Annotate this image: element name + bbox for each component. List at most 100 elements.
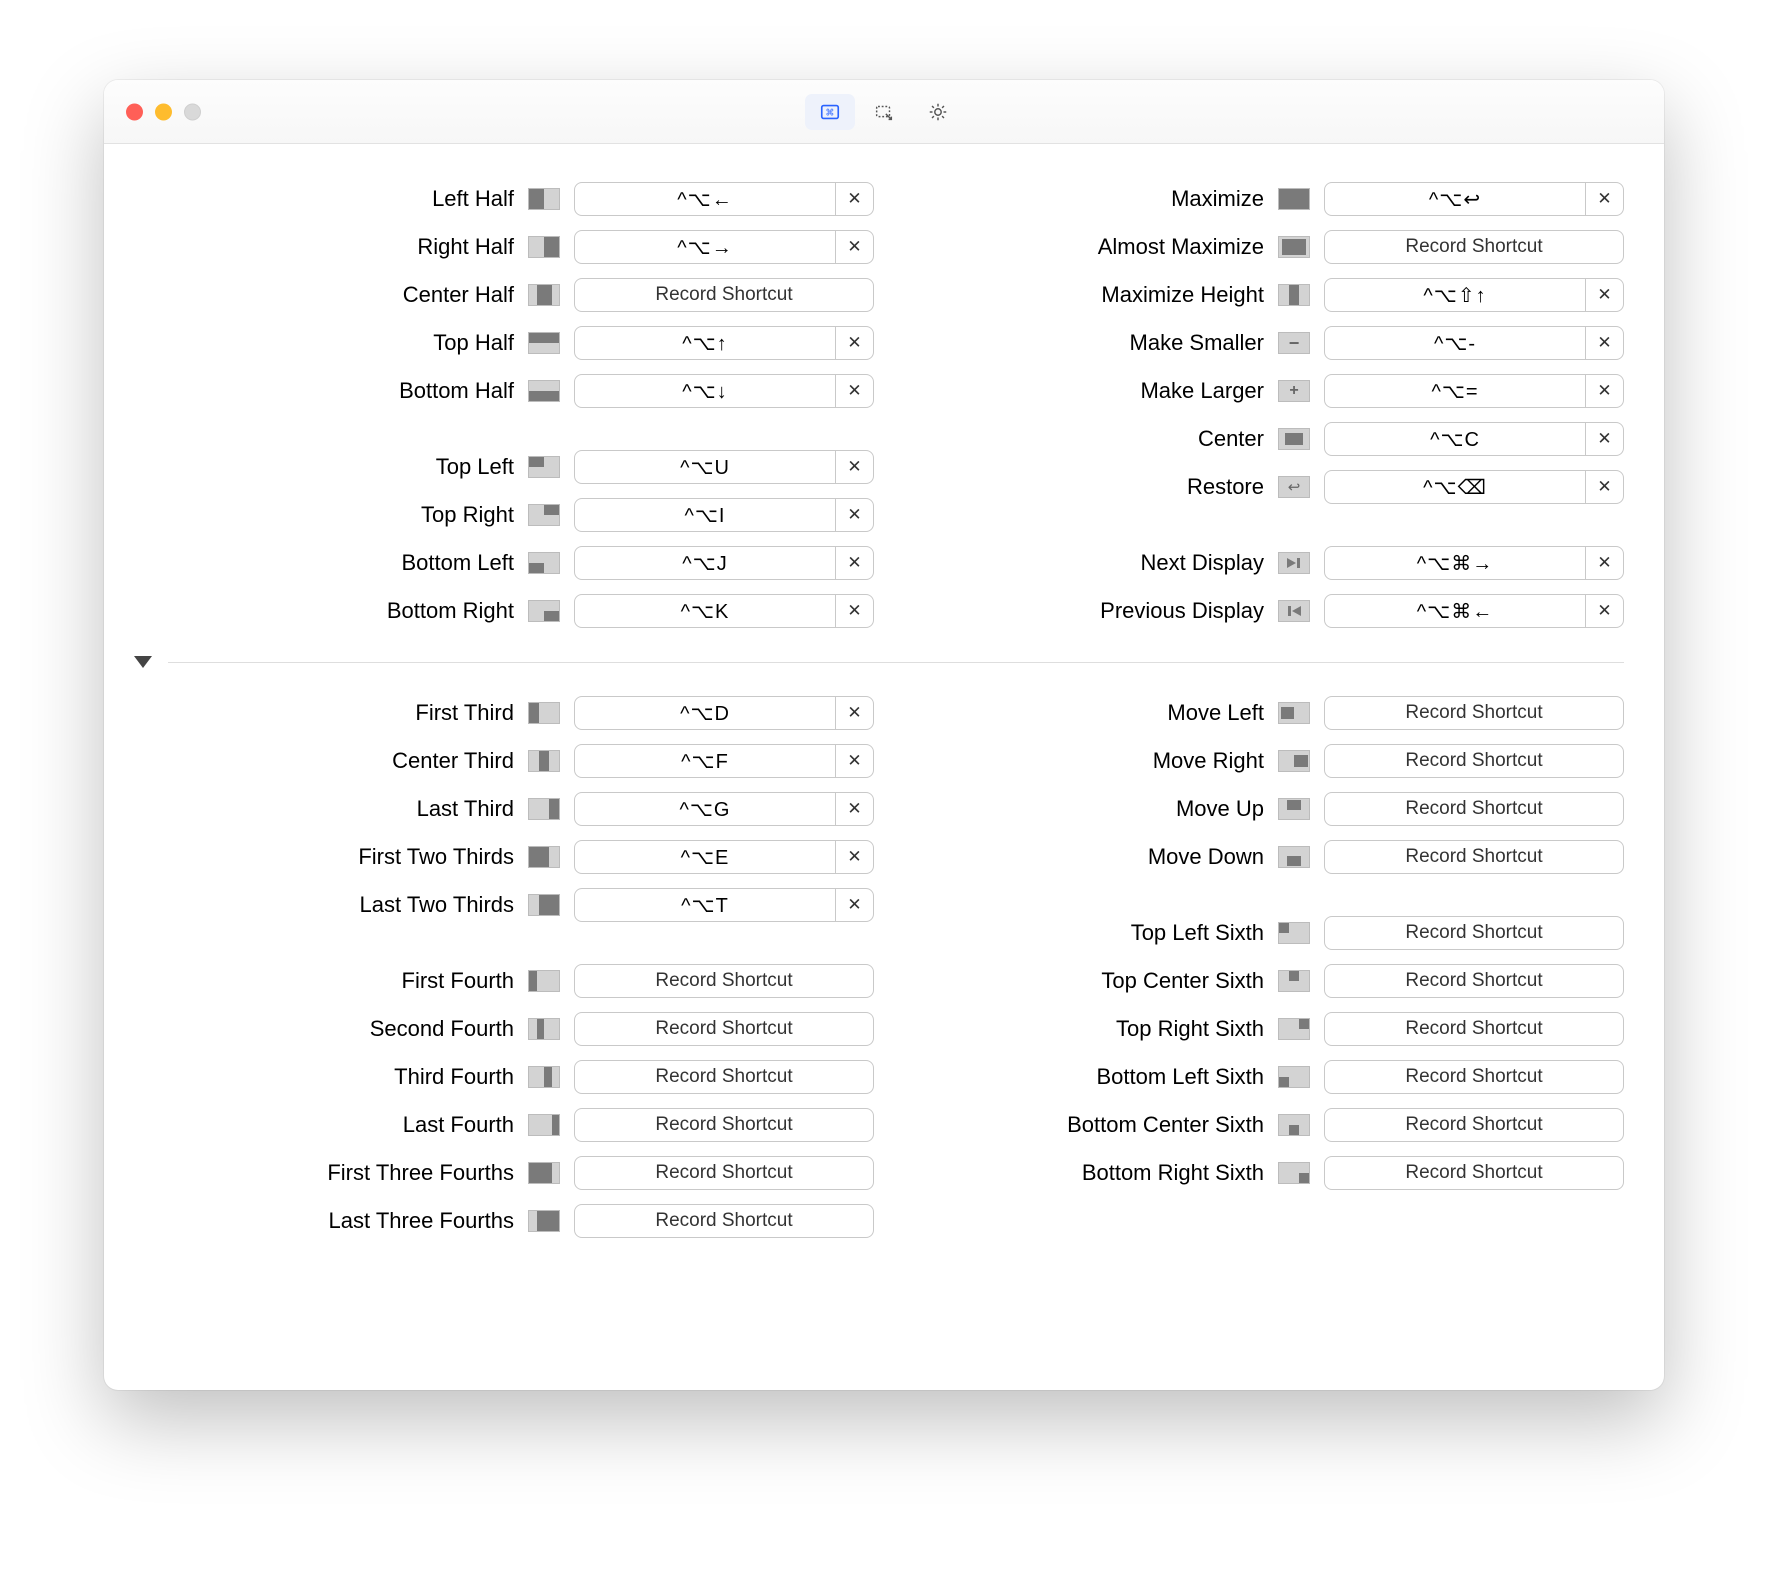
shortcut-field[interactable]: ^⌥J✕	[574, 546, 874, 580]
previous-display-icon	[1276, 600, 1312, 622]
record-shortcut-button[interactable]: Record Shortcut	[574, 1204, 874, 1238]
clear-shortcut-button[interactable]: ✕	[835, 375, 873, 407]
shortcut-text: ^⌥⌘←	[1325, 599, 1585, 624]
record-shortcut-button[interactable]: Record Shortcut	[1324, 1060, 1624, 1094]
record-shortcut-button[interactable]: Record Shortcut	[1324, 230, 1624, 264]
disclosure-triangle-icon[interactable]	[134, 656, 152, 668]
shortcut-row-almost-maximize: Almost MaximizeRecord Shortcut	[914, 228, 1624, 266]
restore-icon: ↩	[1276, 476, 1312, 498]
shortcut-row-right-half: Right Half^⌥→✕	[164, 228, 874, 266]
shortcut-field[interactable]: ^⌥→✕	[574, 230, 874, 264]
clear-shortcut-button[interactable]: ✕	[835, 595, 873, 627]
shortcut-row-first-two-thirds: First Two Thirds^⌥E✕	[164, 838, 874, 876]
shortcut-field[interactable]: ^⌥E✕	[574, 840, 874, 874]
record-shortcut-button[interactable]: Record Shortcut	[574, 1060, 874, 1094]
shortcut-field[interactable]: ^⌥↓✕	[574, 374, 874, 408]
record-shortcut-button[interactable]: Record Shortcut	[1324, 916, 1624, 950]
minimize-window-button[interactable]	[155, 103, 172, 120]
record-shortcut-button[interactable]: Record Shortcut	[1324, 744, 1624, 778]
tab-snap[interactable]	[859, 94, 909, 130]
shortcut-text: ^⌥↓	[575, 379, 835, 404]
clear-shortcut-button[interactable]: ✕	[835, 499, 873, 531]
clear-shortcut-button[interactable]: ✕	[1585, 471, 1623, 503]
shortcut-row-move-left: Move LeftRecord Shortcut	[914, 694, 1624, 732]
preferences-window: ⌘ Left Half^⌥←✕Right Half^⌥→✕Center Half…	[104, 80, 1664, 1390]
clear-shortcut-button[interactable]: ✕	[835, 793, 873, 825]
record-shortcut-button[interactable]: Record Shortcut	[574, 278, 874, 312]
shortcut-label: Bottom Left	[401, 550, 514, 576]
record-shortcut-button[interactable]: Record Shortcut	[1324, 840, 1624, 874]
shortcut-label: Bottom Left Sixth	[1096, 1064, 1264, 1090]
record-shortcut-button[interactable]: Record Shortcut	[1324, 696, 1624, 730]
shortcut-text: ^⌥→	[575, 235, 835, 260]
record-shortcut-button[interactable]: Record Shortcut	[1324, 1156, 1624, 1190]
shortcut-label: Last Three Fourths	[329, 1208, 514, 1234]
record-shortcut-button[interactable]: Record Shortcut	[574, 964, 874, 998]
shortcut-label: First Third	[415, 700, 514, 726]
clear-shortcut-button[interactable]: ✕	[835, 183, 873, 215]
clear-shortcut-button[interactable]: ✕	[1585, 375, 1623, 407]
shortcut-field[interactable]: ^⌥⌘→✕	[1324, 546, 1624, 580]
shortcut-field[interactable]: ^⌥↑✕	[574, 326, 874, 360]
clear-shortcut-button[interactable]: ✕	[1585, 279, 1623, 311]
close-window-button[interactable]	[126, 103, 143, 120]
clear-shortcut-button[interactable]: ✕	[835, 841, 873, 873]
shortcut-row-top-right-sixth: Top Right Sixth Record Shortcut	[914, 1010, 1624, 1048]
shortcut-field[interactable]: ^⌥U✕	[574, 450, 874, 484]
right-half-icon	[526, 236, 562, 258]
record-shortcut-button[interactable]: Record Shortcut	[574, 1108, 874, 1142]
shortcut-label: Top Right Sixth	[1116, 1016, 1264, 1042]
shortcut-row-bottom-right-sixth: Bottom Right SixthRecord Shortcut	[914, 1154, 1624, 1192]
shortcut-field[interactable]: ^⌥F✕	[574, 744, 874, 778]
shortcut-field[interactable]: ^⌥D✕	[574, 696, 874, 730]
clear-shortcut-button[interactable]: ✕	[1585, 327, 1623, 359]
zoom-window-button[interactable]	[184, 103, 201, 120]
move-up-icon	[1276, 798, 1312, 820]
shortcut-field[interactable]: ^⌥I✕	[574, 498, 874, 532]
shortcut-field[interactable]: ^⌥=✕	[1324, 374, 1624, 408]
shortcut-text: ^⌥D	[575, 701, 835, 726]
shortcut-field[interactable]: ^⌥-✕	[1324, 326, 1624, 360]
clear-shortcut-button[interactable]: ✕	[835, 745, 873, 777]
shortcut-field[interactable]: ^⌥K✕	[574, 594, 874, 628]
record-shortcut-button[interactable]: Record Shortcut	[1324, 1012, 1624, 1046]
shortcut-field[interactable]: ^⌥⇧↑✕	[1324, 278, 1624, 312]
clear-shortcut-button[interactable]: ✕	[835, 451, 873, 483]
shortcut-text: Record Shortcut	[1325, 970, 1623, 992]
shortcut-field[interactable]: ^⌥←✕	[574, 182, 874, 216]
clear-shortcut-button[interactable]: ✕	[835, 231, 873, 263]
clear-shortcut-button[interactable]: ✕	[835, 889, 873, 921]
record-shortcut-button[interactable]: Record Shortcut	[574, 1156, 874, 1190]
shortcut-row-top-left-sixth: Top Left SixthRecord Shortcut	[914, 914, 1624, 952]
bottom-center-sixth-icon	[1276, 1114, 1312, 1136]
shortcut-text: Record Shortcut	[575, 284, 873, 306]
record-shortcut-button[interactable]: Record Shortcut	[574, 1012, 874, 1046]
tab-shortcuts[interactable]: ⌘	[805, 94, 855, 130]
clear-shortcut-button[interactable]: ✕	[1585, 423, 1623, 455]
shortcut-field[interactable]: ^⌥⌫✕	[1324, 470, 1624, 504]
tab-preferences[interactable]	[913, 94, 963, 130]
shortcut-row-last-fourth: Last FourthRecord Shortcut	[164, 1106, 874, 1144]
clear-shortcut-button[interactable]: ✕	[835, 547, 873, 579]
record-shortcut-button[interactable]: Record Shortcut	[1324, 1108, 1624, 1142]
clear-shortcut-button[interactable]: ✕	[835, 697, 873, 729]
shortcut-field[interactable]: ^⌥C✕	[1324, 422, 1624, 456]
shortcut-label: Make Larger	[1140, 378, 1264, 404]
shortcut-row-bottom-half: Bottom Half^⌥↓✕	[164, 372, 874, 410]
shortcut-row-top-center-sixth: Top Center SixthRecord Shortcut	[914, 962, 1624, 1000]
cursor-window-icon	[873, 101, 895, 123]
clear-shortcut-button[interactable]: ✕	[1585, 547, 1623, 579]
shortcut-label: Top Right	[421, 502, 514, 528]
shortcut-field[interactable]: ^⌥T✕	[574, 888, 874, 922]
shortcut-label: Left Half	[432, 186, 514, 212]
shortcut-row-move-down: Move DownRecord Shortcut	[914, 838, 1624, 876]
record-shortcut-button[interactable]: Record Shortcut	[1324, 964, 1624, 998]
shortcut-text: ^⌥⌘→	[1325, 551, 1585, 576]
clear-shortcut-button[interactable]: ✕	[835, 327, 873, 359]
record-shortcut-button[interactable]: Record Shortcut	[1324, 792, 1624, 826]
shortcut-field[interactable]: ^⌥⌘←✕	[1324, 594, 1624, 628]
clear-shortcut-button[interactable]: ✕	[1585, 183, 1623, 215]
clear-shortcut-button[interactable]: ✕	[1585, 595, 1623, 627]
shortcut-field[interactable]: ^⌥G✕	[574, 792, 874, 826]
shortcut-field[interactable]: ^⌥↩✕	[1324, 182, 1624, 216]
